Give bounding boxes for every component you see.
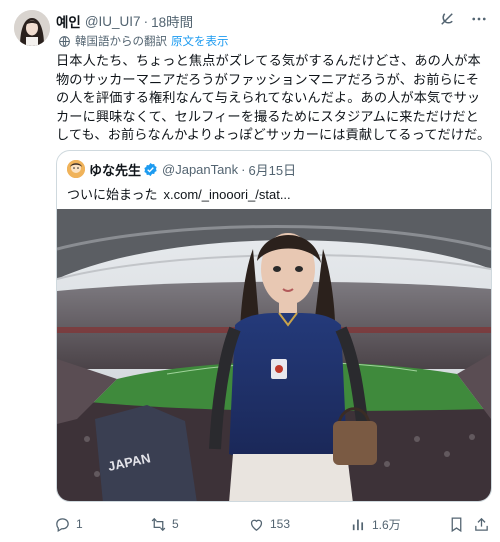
translated-label: 韓国語からの翻訳 <box>75 36 167 48</box>
quote-date[interactable]: 6月15日 <box>248 160 296 179</box>
quoted-tweet[interactable]: ゆな先生 @JapanTank · 6月15日 ついに始まった x.com/_in… <box>56 150 492 502</box>
like-button[interactable]: 153 <box>248 513 290 535</box>
views-button[interactable]: 1.6万 <box>350 513 401 535</box>
tweet-header: 예인 @IU_UI7 · 18時間 <box>56 11 193 31</box>
quote-header: ゆな先生 @JapanTank · 6月15日 <box>67 160 296 178</box>
views-count: 1.6万 <box>372 517 401 532</box>
verified-badge-icon <box>144 162 157 176</box>
avatar[interactable] <box>14 10 50 46</box>
more-icon[interactable] <box>470 10 488 28</box>
display-name[interactable]: 예인 <box>56 11 81 31</box>
retweet-button[interactable]: 5 <box>150 513 179 535</box>
quote-link[interactable]: x.com/_inooori_/stat... <box>163 187 290 202</box>
show-original-link[interactable]: 原文を表示 <box>171 33 229 49</box>
quote-avatar[interactable] <box>67 160 85 178</box>
handle[interactable]: @IU_UI7 <box>85 14 141 29</box>
quote-media-image[interactable]: JAPAN <box>57 209 491 501</box>
separator-dot: · <box>143 13 149 29</box>
timestamp[interactable]: 18時間 <box>151 11 193 31</box>
globe-icon <box>59 35 70 47</box>
quote-handle[interactable]: @JapanTank <box>162 162 238 177</box>
bookmark-icon <box>451 516 462 532</box>
tweet-text: 日本人たち、ちょっと焦点がズレてる気がするんだけどさ、あの人が本物のサッカーマニ… <box>56 53 491 143</box>
tweet-top-actions <box>438 10 488 28</box>
quote-display-name[interactable]: ゆな先生 <box>89 160 141 179</box>
like-count: 153 <box>270 517 291 531</box>
translation-notice: 韓国語からの翻訳 原文を表示 <box>58 33 229 49</box>
tweet[interactable]: 예인 @IU_UI7 · 18時間 韓国語からの翻訳 原文を表示 日本人たち、ち… <box>0 0 500 542</box>
reply-icon <box>56 517 69 532</box>
share-button[interactable] <box>473 513 495 535</box>
grok-icon[interactable] <box>438 10 456 28</box>
reply-button[interactable]: 1 <box>54 513 83 535</box>
views-chart-icon <box>352 519 364 530</box>
quote-separator-dot: · <box>241 161 246 177</box>
reply-count: 1 <box>76 517 83 531</box>
bookmark-button[interactable] <box>448 513 470 535</box>
tweet-actions: 1 5 153 1.6万 <box>48 513 492 535</box>
share-icon <box>475 517 488 531</box>
quote-text: ついに始まった <box>67 187 158 202</box>
heart-icon <box>250 519 263 531</box>
retweet-count: 5 <box>172 517 179 531</box>
quote-text-line: ついに始まった x.com/_inooori_/stat... <box>67 184 291 203</box>
retweet-icon <box>151 517 166 531</box>
